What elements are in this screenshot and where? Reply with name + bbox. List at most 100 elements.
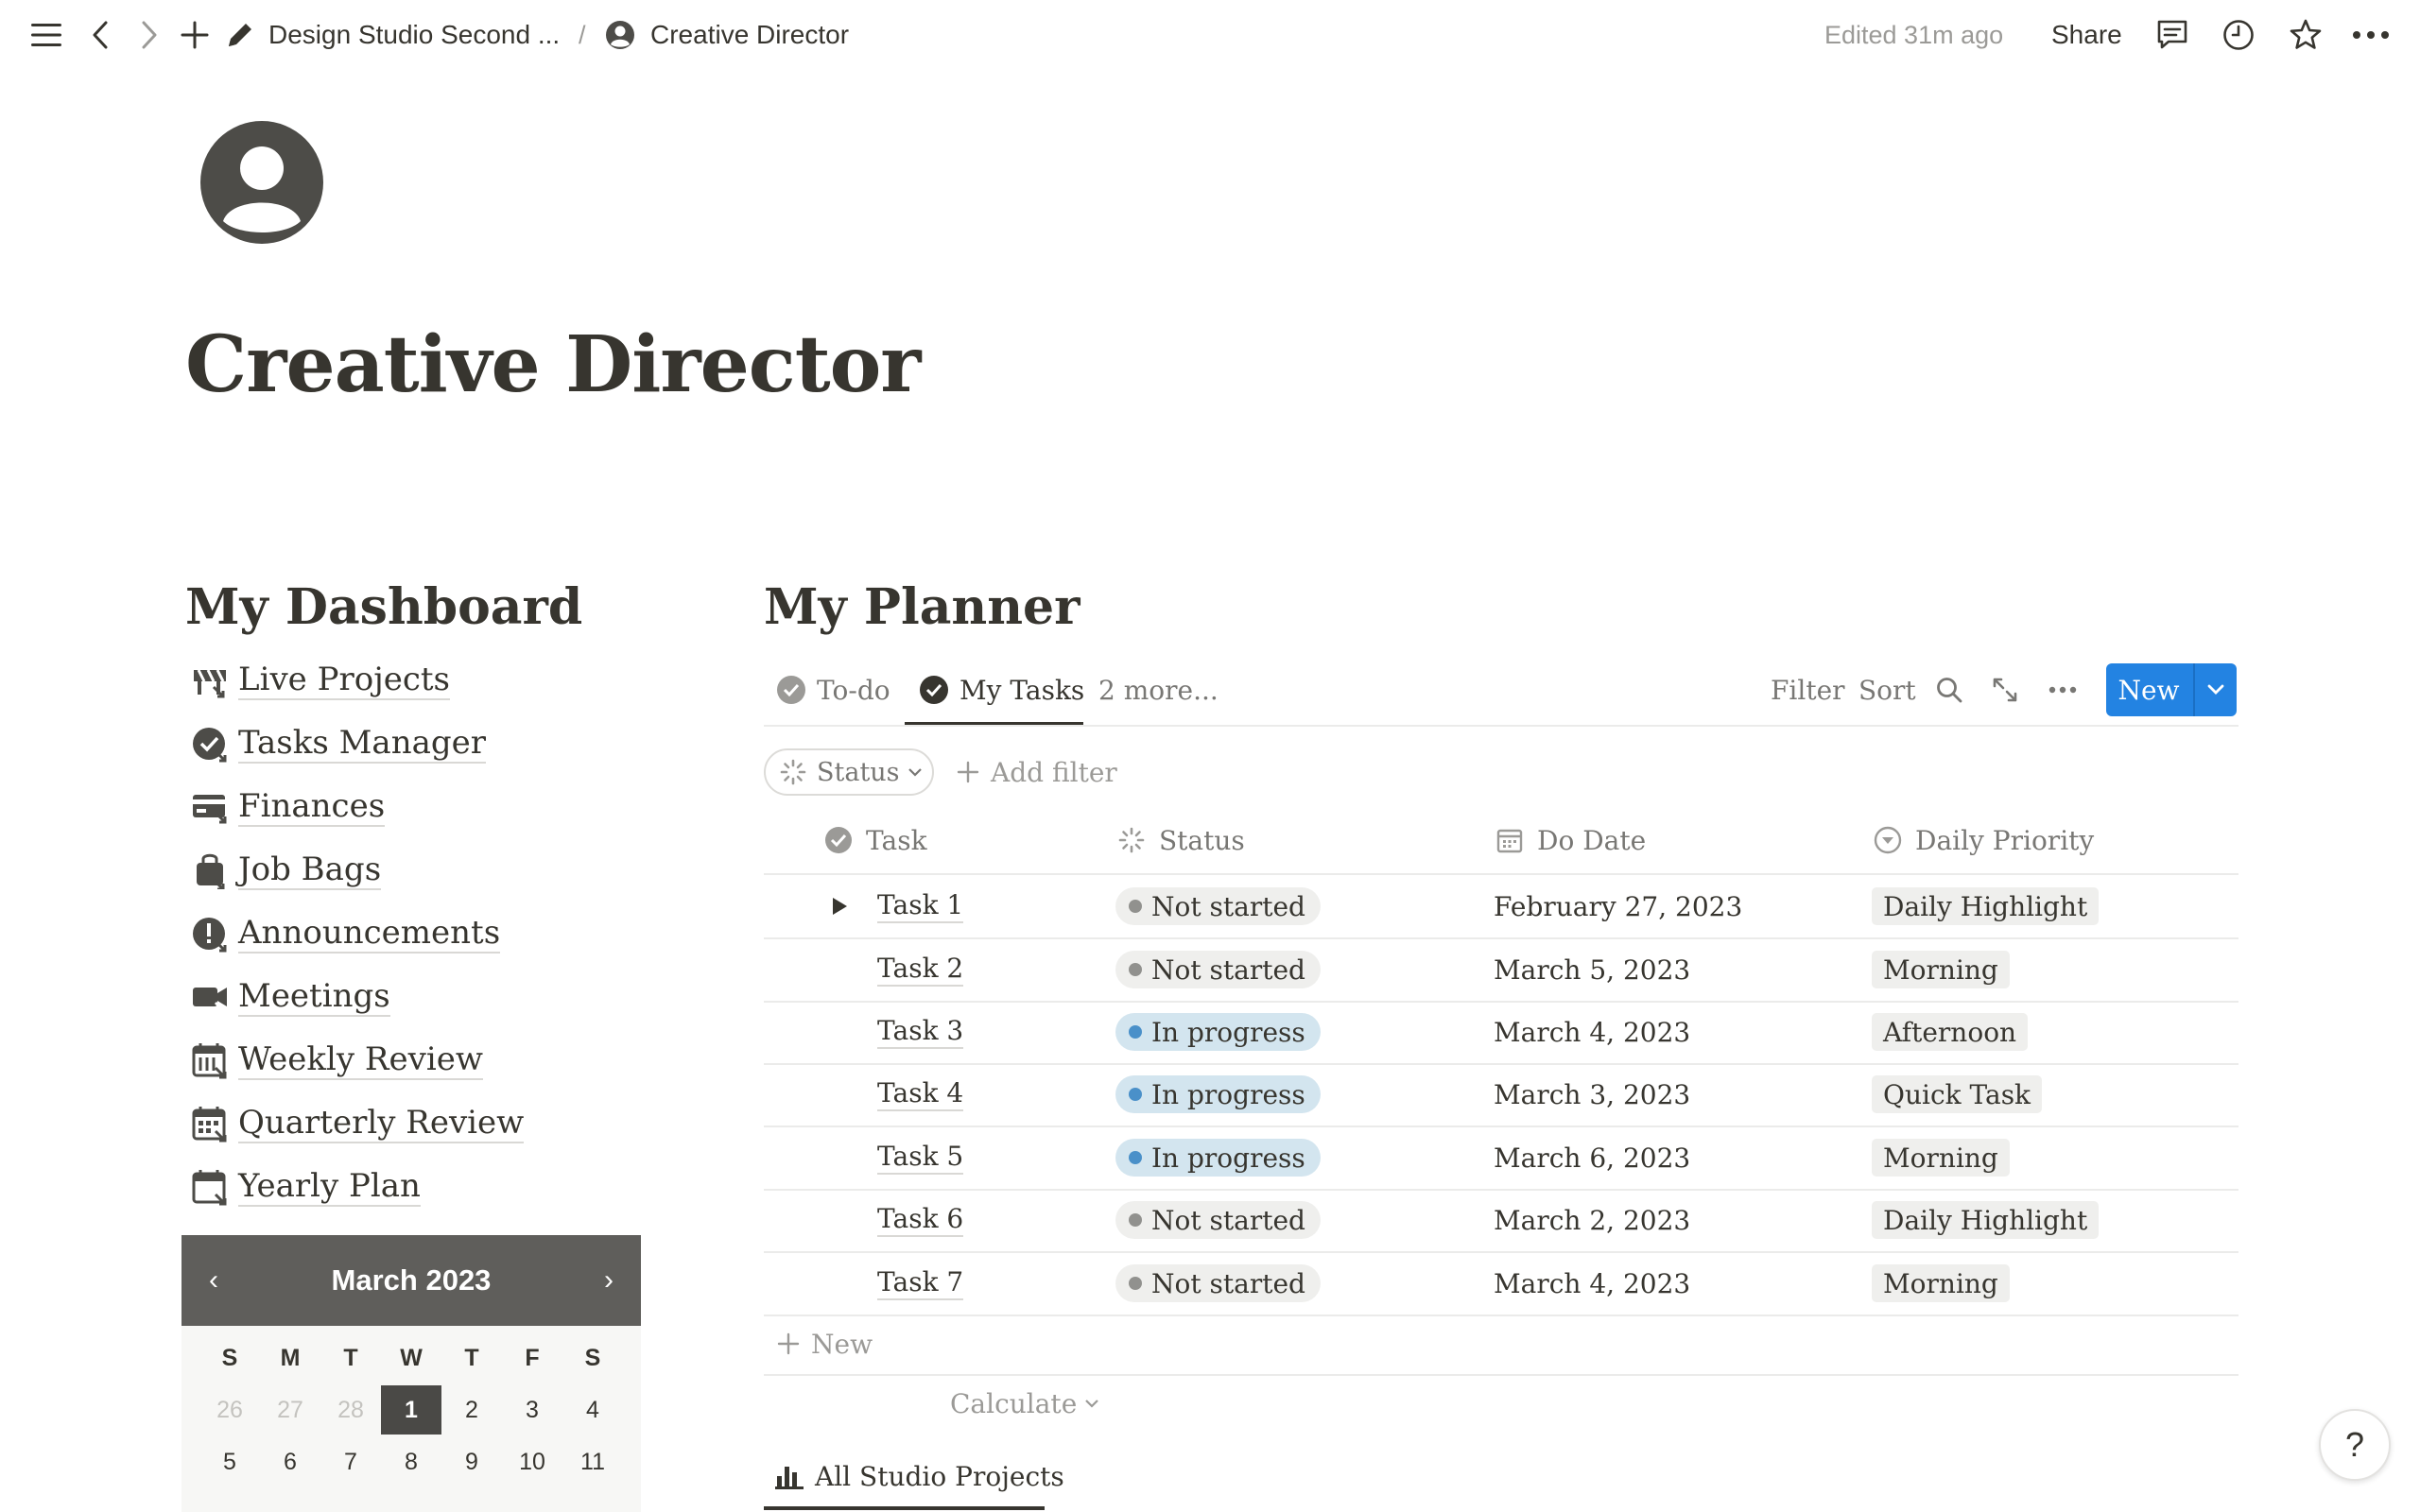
priority-tag[interactable]: Morning: [1872, 1139, 2010, 1177]
calendar-day[interactable]: 6: [260, 1437, 320, 1486]
priority-tag[interactable]: Morning: [1872, 951, 2010, 988]
dashboard-item-quarterly-review[interactable]: Quarterly Review: [189, 1101, 525, 1146]
calendar-day[interactable]: 11: [562, 1437, 623, 1486]
calendar-day[interactable]: 5: [199, 1437, 260, 1486]
status-badge[interactable]: Not started: [1115, 951, 1321, 988]
dashboard-item-tasks-manager[interactable]: Tasks Manager: [189, 721, 487, 766]
plus-icon[interactable]: [176, 13, 214, 57]
calendar-prev-button[interactable]: ‹: [185, 1235, 242, 1326]
calendar-day[interactable]: 7: [320, 1437, 381, 1486]
do-date[interactable]: February 27, 2023: [1494, 875, 1742, 937]
check-circle-icon: [920, 676, 948, 704]
dashboard-item-yearly-plan[interactable]: Yearly Plan: [189, 1164, 421, 1210]
page-avatar-icon[interactable]: [199, 119, 325, 246]
do-date[interactable]: March 6, 2023: [1494, 1126, 1690, 1189]
priority-tag[interactable]: Daily Highlight: [1872, 887, 2100, 925]
status-badge[interactable]: In progress: [1115, 1075, 1321, 1113]
calendar-day[interactable]: 3: [502, 1385, 562, 1435]
pencil-icon[interactable]: [221, 13, 259, 57]
calendar-day[interactable]: 2: [441, 1385, 502, 1435]
do-date[interactable]: March 4, 2023: [1494, 1252, 1690, 1314]
column-header-status[interactable]: Status: [1115, 816, 1245, 864]
forward-arrow-icon[interactable]: [132, 13, 166, 57]
dashboard-item-meetings[interactable]: Meetings: [189, 974, 390, 1020]
back-arrow-icon[interactable]: [83, 13, 117, 57]
dashboard-item-weekly-review[interactable]: Weekly Review: [189, 1038, 483, 1083]
dashboard-item-announcements[interactable]: Announcements: [189, 911, 501, 956]
do-date[interactable]: March 3, 2023: [1494, 1063, 1690, 1125]
calculate-button[interactable]: Calculate: [950, 1380, 1099, 1427]
breadcrumb-current[interactable]: Creative Director: [650, 13, 849, 57]
do-date[interactable]: March 4, 2023: [1494, 1001, 1690, 1063]
clock-icon[interactable]: [2220, 13, 2257, 57]
calendar-day[interactable]: 27: [260, 1385, 320, 1435]
triangle-right-icon[interactable]: [830, 875, 849, 937]
column-header-task[interactable]: Task: [822, 816, 927, 864]
priority-tag[interactable]: Morning: [1872, 1264, 2010, 1302]
calendar-next-button[interactable]: ›: [580, 1235, 637, 1326]
calendar-day[interactable]: 8: [381, 1437, 441, 1486]
table-row[interactable]: Task 4 In progress March 3, 2023 Quick T…: [764, 1063, 2238, 1125]
comment-icon[interactable]: [2153, 13, 2191, 57]
task-name[interactable]: Task 1: [877, 889, 964, 923]
calendar-day[interactable]: 28: [320, 1385, 381, 1435]
dashboard-item-job-bags[interactable]: Job Bags: [189, 848, 382, 893]
task-name[interactable]: Task 6: [877, 1203, 964, 1237]
tab-all-studio-projects[interactable]: All Studio Projects: [775, 1450, 1064, 1503]
do-date[interactable]: March 2, 2023: [1494, 1189, 1690, 1251]
status-badge[interactable]: Not started: [1115, 887, 1321, 925]
table-row[interactable]: Task 2 Not started March 5, 2023 Morning: [764, 938, 2238, 1001]
sort-button[interactable]: Sort: [1858, 666, 1916, 713]
status-badge[interactable]: Not started: [1115, 1264, 1321, 1302]
table-row[interactable]: Task 6 Not started March 2, 2023 Daily H…: [764, 1189, 2238, 1251]
help-button[interactable]: ?: [2319, 1409, 2391, 1481]
menu-icon[interactable]: [25, 13, 68, 57]
tab-to-do[interactable]: To-do: [777, 662, 890, 718]
more-options-icon[interactable]: [2350, 13, 2392, 57]
status-badge[interactable]: In progress: [1115, 1139, 1321, 1177]
new-record-button[interactable]: New: [2106, 663, 2237, 716]
task-name[interactable]: Task 4: [877, 1077, 964, 1111]
status-filter-pill[interactable]: Status: [764, 748, 934, 796]
page-title[interactable]: Creative Director: [185, 319, 921, 410]
table-row[interactable]: Task 1 Not started February 27, 2023 Dai…: [764, 875, 2238, 937]
column-header-label: Daily Priority: [1915, 824, 2095, 856]
task-name[interactable]: Task 7: [877, 1266, 964, 1300]
calendar-day[interactable]: 9: [441, 1437, 502, 1486]
table-row[interactable]: Task 5 In progress March 6, 2023 Morning: [764, 1126, 2238, 1189]
calendar-day[interactable]: 10: [502, 1437, 562, 1486]
task-name[interactable]: Task 3: [877, 1015, 964, 1049]
priority-tag[interactable]: Quick Task: [1872, 1075, 2043, 1113]
status-badge[interactable]: Not started: [1115, 1201, 1321, 1239]
priority-tag[interactable]: Afternoon: [1872, 1013, 2029, 1051]
expand-icon[interactable]: [1988, 666, 2022, 713]
filter-button[interactable]: Filter: [1771, 666, 1845, 713]
task-name[interactable]: Task 5: [877, 1141, 964, 1175]
breadcrumb-parent[interactable]: Design Studio Second ...: [268, 13, 560, 57]
dashboard-item-finances[interactable]: Finances: [189, 784, 386, 830]
tab-more-views[interactable]: 2 more...: [1098, 662, 1219, 718]
dashboard-item-live-projects[interactable]: Live Projects: [189, 658, 451, 703]
column-header-daily-priority[interactable]: Daily Priority: [1872, 816, 2094, 864]
table-row[interactable]: Task 7 Not started March 4, 2023 Morning: [764, 1252, 2238, 1314]
calendar-day[interactable]: 26: [199, 1385, 260, 1435]
dashboard-item-label: Job Bags: [238, 850, 382, 890]
column-header-do-date[interactable]: Do Date: [1494, 816, 1646, 864]
table-row[interactable]: Task 3 In progress March 4, 2023 Afterno…: [764, 1001, 2238, 1063]
search-icon[interactable]: [1932, 666, 1966, 713]
add-new-row-button[interactable]: New: [777, 1319, 873, 1368]
status-dot: [1129, 963, 1142, 976]
chevron-down-icon[interactable]: [2195, 663, 2237, 716]
star-icon[interactable]: [2286, 13, 2325, 57]
status-dot: [1129, 1213, 1142, 1227]
calendar-day-today[interactable]: 1: [381, 1385, 441, 1435]
more-options-icon[interactable]: [2044, 666, 2082, 713]
add-filter-button[interactable]: Add filter: [957, 748, 1117, 796]
do-date[interactable]: March 5, 2023: [1494, 938, 1690, 1001]
status-badge[interactable]: In progress: [1115, 1013, 1321, 1051]
tab-my-tasks[interactable]: My Tasks: [920, 662, 1084, 718]
priority-tag[interactable]: Daily Highlight: [1872, 1201, 2100, 1239]
share-button[interactable]: Share: [2051, 13, 2122, 57]
task-name[interactable]: Task 2: [877, 953, 964, 987]
calendar-day[interactable]: 4: [562, 1385, 623, 1435]
